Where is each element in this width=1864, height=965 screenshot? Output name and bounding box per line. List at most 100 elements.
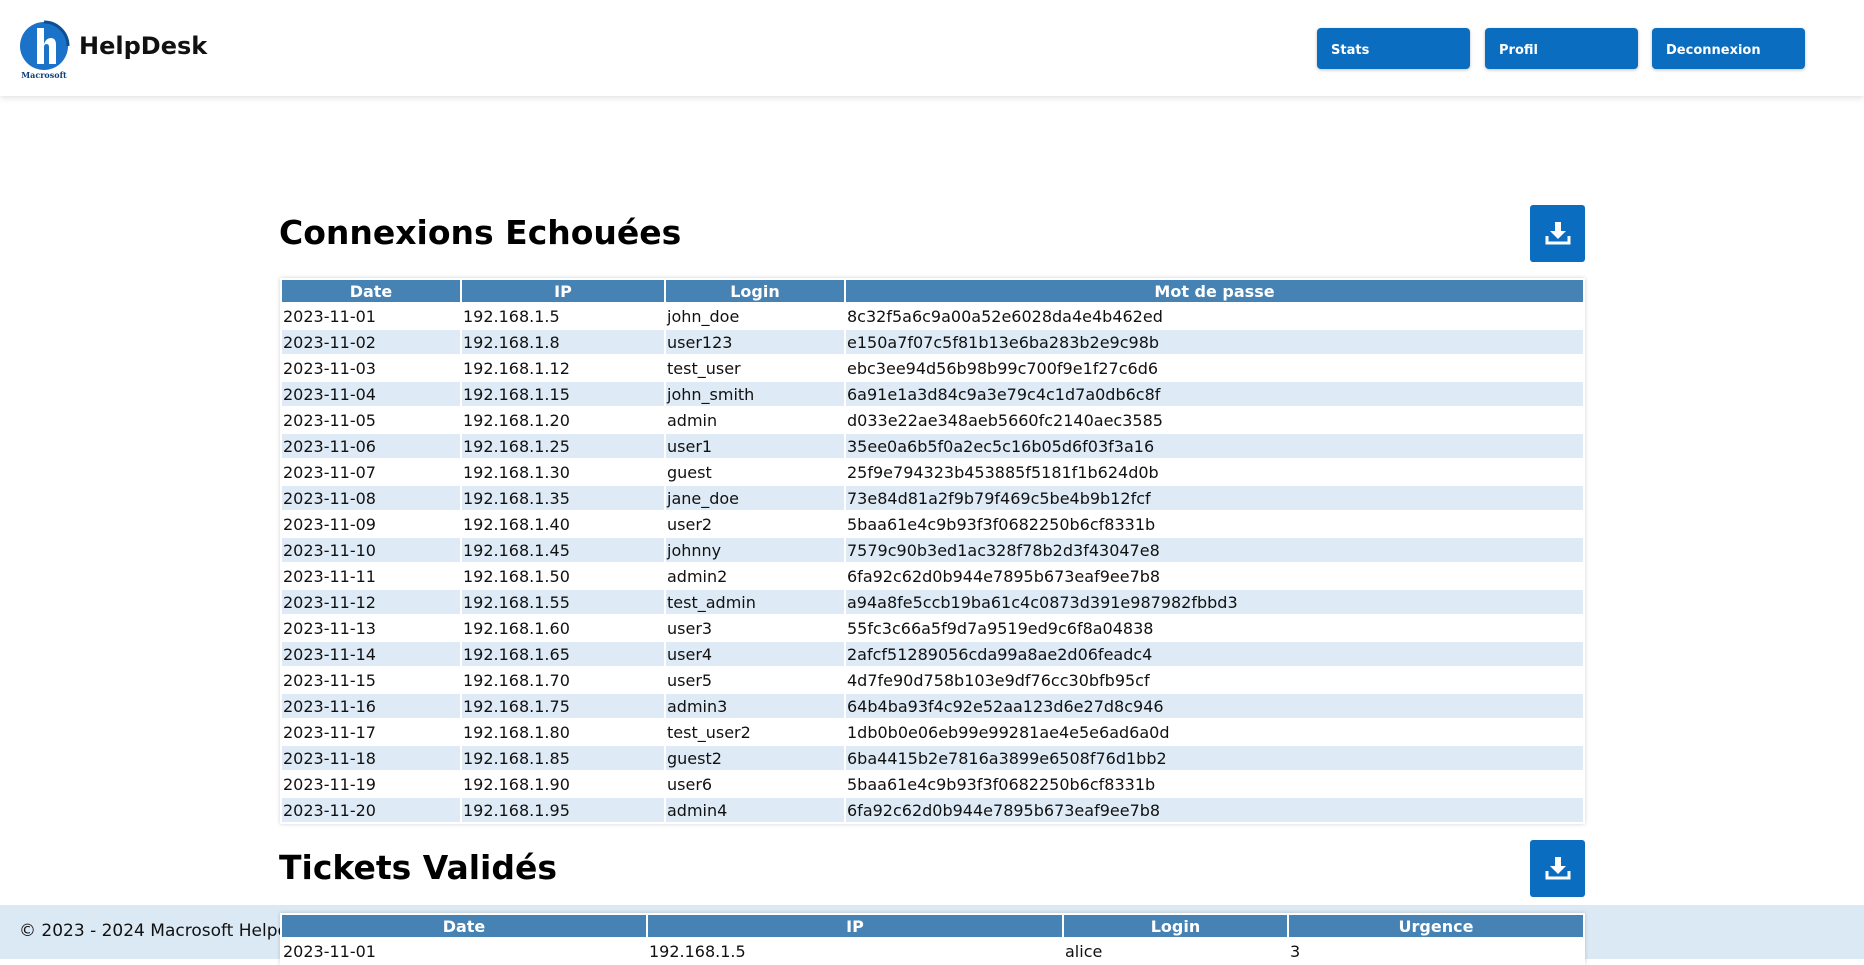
ip-cell: 192.168.1.30 [462, 460, 664, 484]
failed-logins-title: Connexions Echouées [279, 213, 682, 252]
column-header-login[interactable]: Login [666, 280, 844, 302]
ip-cell: 192.168.1.5 [462, 304, 664, 328]
table-row[interactable]: 2023-11-09 192.168.1.40 user2 5baa61e4c9b93… [282, 512, 1583, 536]
ip-cell: 192.168.1.5 [648, 939, 1062, 963]
login-cell: user5 [666, 668, 844, 692]
download-validated-tickets-button[interactable] [1530, 840, 1585, 897]
password-hash-cell: 5baa61e4c9b93f3f0682250b6cf8331b [846, 512, 1583, 536]
login-cell: user2 [666, 512, 844, 536]
column-header-date[interactable]: Date [282, 915, 646, 937]
table-row[interactable]: 2023-11-06 192.168.1.25 user1 35ee0a6b5f0a2… [282, 434, 1583, 458]
login-cell: user123 [666, 330, 844, 354]
password-hash-cell: e150a7f07c5f81b13e6ba283b2e9c98b [846, 330, 1583, 354]
date-cell: 2023-11-19 [282, 772, 460, 796]
date-cell: 2023-11-01 [282, 939, 646, 963]
table-row[interactable]: 2023-11-10 192.168.1.45 johnny 7579c90b3ed1… [282, 538, 1583, 562]
login-cell: admin2 [666, 564, 844, 588]
table-row[interactable]: 2023-11-03 192.168.1.12 test_user ebc3ee94d… [282, 356, 1583, 380]
password-hash-cell: a94a8fe5ccb19ba61c4c0873d391e987982fbbd3 [846, 590, 1583, 614]
column-header-ip[interactable]: IP [462, 280, 664, 302]
table-row[interactable]: 2023-11-17 192.168.1.80 test_user2 1db0b0e0… [282, 720, 1583, 744]
download-failed-logins-button[interactable] [1530, 205, 1585, 262]
login-cell: test_user [666, 356, 844, 380]
ip-cell: 192.168.1.60 [462, 616, 664, 640]
table-row[interactable]: 2023-11-05 192.168.1.20 admin d033e22ae348a… [282, 408, 1583, 432]
date-cell: 2023-11-20 [282, 798, 460, 822]
login-cell: test_user2 [666, 720, 844, 744]
logo-text: Macrosoft [21, 70, 67, 80]
table-row[interactable]: 2023-11-16 192.168.1.75 admin3 64b4ba93f4c9… [282, 694, 1583, 718]
date-cell: 2023-11-18 [282, 746, 460, 770]
login-cell: user4 [666, 642, 844, 666]
column-header-date[interactable]: Date [282, 280, 460, 302]
ip-cell: 192.168.1.95 [462, 798, 664, 822]
ip-cell: 192.168.1.70 [462, 668, 664, 692]
table-row[interactable]: 2023-11-04 192.168.1.15 john_smith 6a91e1a3… [282, 382, 1583, 406]
ip-cell: 192.168.1.85 [462, 746, 664, 770]
table-row[interactable]: 2023-11-18 192.168.1.85 guest2 6ba4415b2e78… [282, 746, 1583, 770]
login-cell: admin [666, 408, 844, 432]
table-row[interactable]: 2023-11-02 192.168.1.8 user123 e150a7f07c5f… [282, 330, 1583, 354]
login-cell: guest [666, 460, 844, 484]
ip-cell: 192.168.1.15 [462, 382, 664, 406]
download-icon [1545, 857, 1571, 880]
password-hash-cell: 73e84d81a2f9b79f469c5be4b9b12fcf [846, 486, 1583, 510]
column-header-ip[interactable]: IP [648, 915, 1062, 937]
table-row[interactable]: 2023-11-01 192.168.1.5 john_doe 8c32f5a6c9a… [282, 304, 1583, 328]
macrosoft-logo[interactable]: Macrosoft [18, 20, 70, 80]
password-hash-cell: 55fc3c66a5f9d7a9519ed9c6f8a04838 [846, 616, 1583, 640]
table-row[interactable]: 2023-11-08 192.168.1.35 jane_doe 73e84d81a2… [282, 486, 1583, 510]
date-cell: 2023-11-07 [282, 460, 460, 484]
logout-button[interactable]: Deconnexion [1652, 28, 1805, 69]
date-cell: 2023-11-17 [282, 720, 460, 744]
login-cell: user3 [666, 616, 844, 640]
password-hash-cell: 6fa92c62d0b944e7895b673eaf9ee7b8 [846, 798, 1583, 822]
column-header-password[interactable]: Mot de passe [846, 280, 1583, 302]
password-hash-cell: 6ba4415b2e7816a3899e6508f76d1bb2 [846, 746, 1583, 770]
password-hash-cell: 2afcf51289056cda99a8ae2d06feadc4 [846, 642, 1583, 666]
table-row[interactable]: 2023-11-14 192.168.1.65 user4 2afcf51289056… [282, 642, 1583, 666]
login-cell: jane_doe [666, 486, 844, 510]
table-header-row: Date IP Login Mot de passe [282, 280, 1583, 302]
table-row[interactable]: 2023-11-07 192.168.1.30 guest 25f9e794323b4… [282, 460, 1583, 484]
ip-cell: 192.168.1.25 [462, 434, 664, 458]
brand-title: HelpDesk [79, 32, 208, 60]
validated-tickets-table: Date IP Login Urgence 2023-11-01 192.168.… [280, 913, 1585, 965]
login-cell: admin4 [666, 798, 844, 822]
password-hash-cell: 6a91e1a3d84c9a3e79c4c1d7a0db6c8f [846, 382, 1583, 406]
table-row[interactable]: 2023-11-19 192.168.1.90 user6 5baa61e4c9b93… [282, 772, 1583, 796]
ip-cell: 192.168.1.75 [462, 694, 664, 718]
date-cell: 2023-11-12 [282, 590, 460, 614]
download-icon [1545, 222, 1571, 245]
top-navbar: Macrosoft HelpDesk Stats Profil Deconnex… [0, 0, 1864, 96]
profile-button[interactable]: Profil [1485, 28, 1638, 69]
column-header-urgency[interactable]: Urgence [1289, 915, 1583, 937]
date-cell: 2023-11-03 [282, 356, 460, 380]
ip-cell: 192.168.1.8 [462, 330, 664, 354]
table-row[interactable]: 2023-11-12 192.168.1.55 test_admin a94a8fe5… [282, 590, 1583, 614]
table-header-row: Date IP Login Urgence [282, 915, 1583, 937]
ip-cell: 192.168.1.35 [462, 486, 664, 510]
login-cell: alice [1064, 939, 1287, 963]
table-row[interactable]: 2023-11-15 192.168.1.70 user5 4d7fe90d758b1… [282, 668, 1583, 692]
ip-cell: 192.168.1.65 [462, 642, 664, 666]
login-cell: test_admin [666, 590, 844, 614]
failed-logins-table: Date IP Login Mot de passe 2023-11-01 192… [280, 278, 1585, 824]
ip-cell: 192.168.1.50 [462, 564, 664, 588]
date-cell: 2023-11-11 [282, 564, 460, 588]
column-header-login[interactable]: Login [1064, 915, 1287, 937]
table-row[interactable]: 2023-11-11 192.168.1.50 admin2 6fa92c62d0b9… [282, 564, 1583, 588]
ip-cell: 192.168.1.12 [462, 356, 664, 380]
table-row[interactable]: 2023-11-20 192.168.1.95 admin4 6fa92c62d0b9… [282, 798, 1583, 822]
ip-cell: 192.168.1.45 [462, 538, 664, 562]
password-hash-cell: 8c32f5a6c9a00a52e6028da4e4b462ed [846, 304, 1583, 328]
validated-tickets-title: Tickets Validés [279, 848, 558, 887]
date-cell: 2023-11-14 [282, 642, 460, 666]
stats-button[interactable]: Stats [1317, 28, 1470, 69]
date-cell: 2023-11-01 [282, 304, 460, 328]
date-cell: 2023-11-16 [282, 694, 460, 718]
date-cell: 2023-11-08 [282, 486, 460, 510]
table-row[interactable]: 2023-11-01 192.168.1.5 alice 3 [282, 939, 1583, 963]
table-row[interactable]: 2023-11-13 192.168.1.60 user3 55fc3c66a5f9d… [282, 616, 1583, 640]
date-cell: 2023-11-04 [282, 382, 460, 406]
